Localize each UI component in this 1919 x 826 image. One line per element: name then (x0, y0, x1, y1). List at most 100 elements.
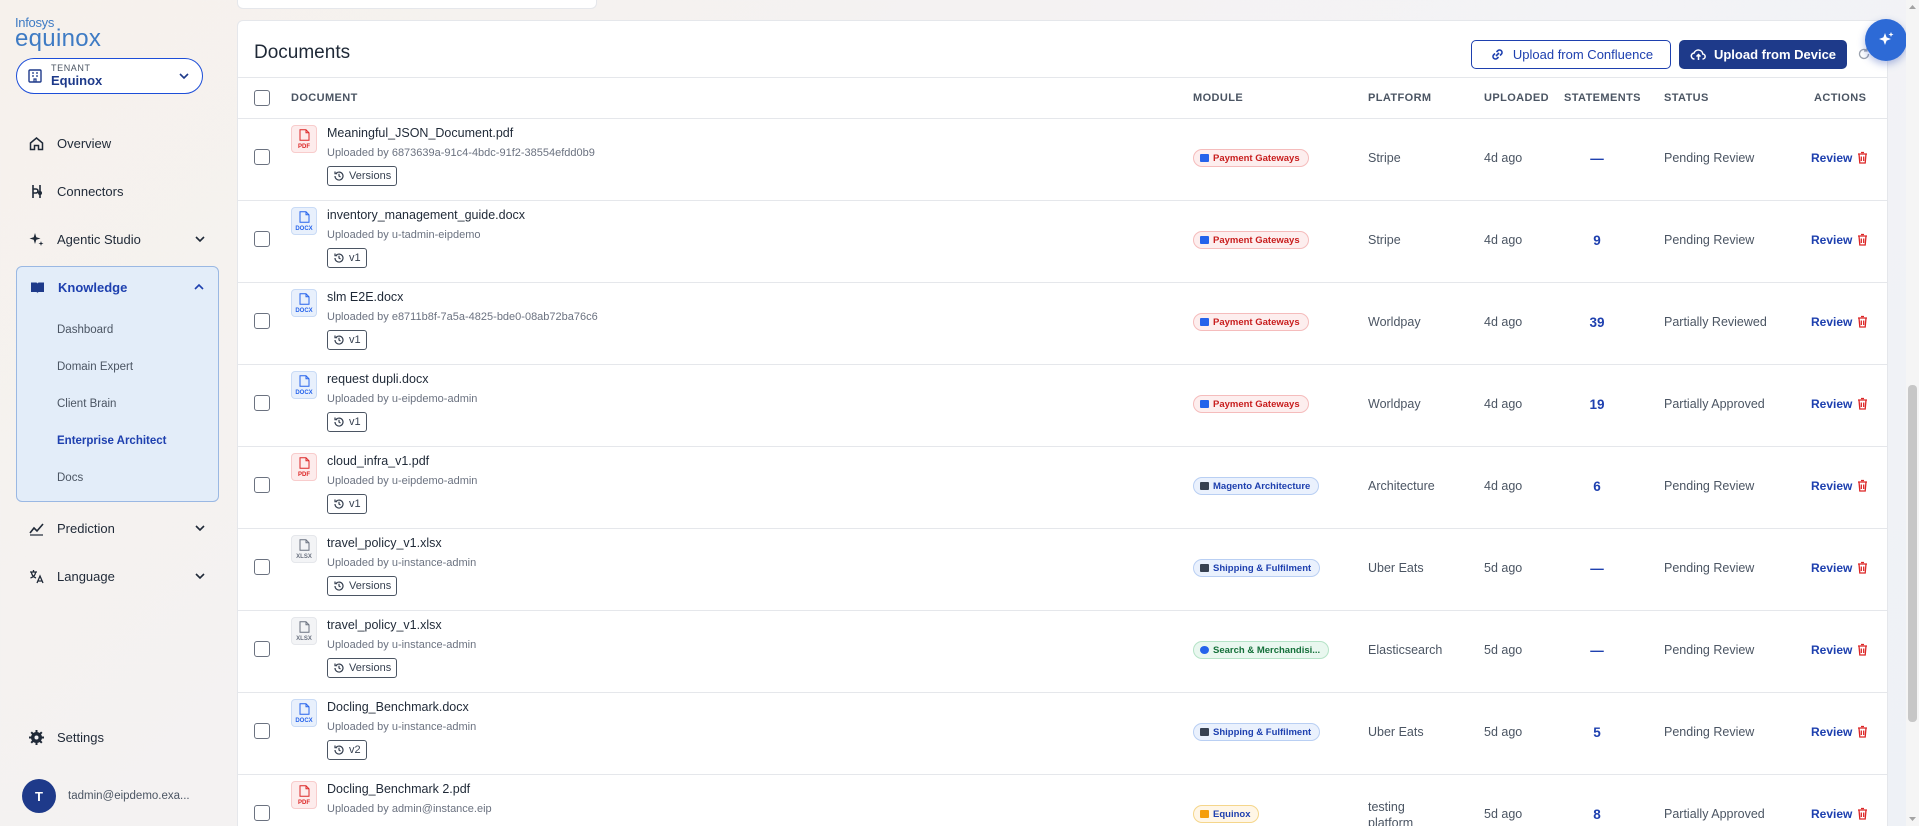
review-button[interactable]: Review (1811, 725, 1852, 739)
statements-count[interactable]: 19 (1567, 397, 1627, 412)
col-uploaded[interactable]: UPLOADED (1484, 92, 1549, 104)
review-button[interactable]: Review (1811, 233, 1852, 247)
trash-icon[interactable] (1857, 315, 1868, 328)
col-statements[interactable]: STATEMENTS (1564, 92, 1641, 104)
row-checkbox[interactable] (254, 723, 270, 739)
trash-icon[interactable] (1857, 151, 1868, 164)
document-name[interactable]: travel_policy_v1.xlsx (327, 618, 442, 632)
nav-prediction[interactable]: Prediction (16, 508, 219, 548)
trash-icon[interactable] (1857, 479, 1868, 492)
table-row[interactable]: DOCX slm E2E.docx Uploaded by e8711b8f-7a5… (238, 283, 1887, 365)
table-row[interactable]: PDF cloud_infra_v1.pdf Uploaded by u-eipde… (238, 447, 1887, 529)
chevron-down-icon (195, 236, 205, 243)
col-document[interactable]: DOCUMENT (291, 92, 358, 104)
file-icon (299, 539, 310, 551)
upload-from-confluence-button[interactable]: Upload from Confluence (1471, 40, 1671, 69)
scrollbar-thumb[interactable] (1908, 385, 1917, 722)
table-row[interactable]: DOCX Docling_Benchmark.docx Uploaded by u-… (238, 693, 1887, 775)
review-button[interactable]: Review (1811, 397, 1852, 411)
versions-button[interactable]: Versions (327, 166, 398, 186)
review-button[interactable]: Review (1811, 479, 1852, 493)
search-bar-remnant (237, 0, 597, 9)
trash-icon[interactable] (1857, 725, 1868, 738)
nav-sub-enterprise-architect[interactable]: Enterprise Architect (57, 435, 167, 447)
statements-count[interactable]: — (1567, 643, 1627, 658)
statements-count[interactable]: — (1567, 151, 1627, 166)
row-checkbox[interactable] (254, 477, 270, 493)
row-checkbox[interactable] (254, 641, 270, 657)
review-button[interactable]: Review (1811, 807, 1852, 821)
review-button[interactable]: Review (1811, 643, 1852, 657)
scroll-up-arrow[interactable] (1908, 3, 1917, 11)
versions-button[interactable]: v1 (327, 494, 367, 514)
statements-count[interactable]: 9 (1567, 233, 1627, 248)
col-status[interactable]: STATUS (1664, 92, 1709, 104)
ai-assistant-button[interactable] (1865, 19, 1907, 61)
table-row[interactable]: PDF Docling_Benchmark 2.pdf Uploaded by ad… (238, 775, 1887, 826)
nav-connectors[interactable]: Connectors (16, 171, 219, 211)
nav-sub-client-brain[interactable]: Client Brain (57, 398, 116, 410)
trash-icon[interactable] (1857, 397, 1868, 410)
col-platform[interactable]: PLATFORM (1368, 92, 1432, 104)
review-button[interactable]: Review (1811, 315, 1852, 329)
upload-from-device-button[interactable]: Upload from Device (1679, 40, 1847, 69)
trash-icon[interactable] (1857, 643, 1868, 656)
nav-knowledge[interactable]: Knowledge (17, 267, 218, 307)
versions-button[interactable]: v2 (327, 740, 367, 760)
document-name[interactable]: travel_policy_v1.xlsx (327, 536, 442, 550)
status-cell: Pending Review (1664, 479, 1755, 493)
uploaded-cell: 5d ago (1484, 807, 1523, 821)
infosys-equinox-logo[interactable]: Infosys equinox (15, 16, 101, 51)
statements-count[interactable]: 5 (1567, 725, 1627, 740)
document-name[interactable]: request dupli.docx (327, 372, 428, 386)
table-row[interactable]: PDF Meaningful_JSON_Document.pdf Uploaded … (238, 119, 1887, 201)
statements-count[interactable]: — (1567, 561, 1627, 576)
tenant-selector[interactable]: TENANT Equinox (16, 58, 203, 94)
table-row[interactable]: XLSX travel_policy_v1.xlsx Uploaded by u-i… (238, 529, 1887, 611)
file-type-label: DOCX (295, 226, 313, 232)
nav-sub-domain-expert[interactable]: Domain Expert (57, 361, 133, 373)
col-actions: ACTIONS (1814, 92, 1867, 104)
table-row[interactable]: DOCX request dupli.docx Uploaded by u-eipd… (238, 365, 1887, 447)
platform-cell: Uber Eats (1368, 725, 1424, 739)
row-checkbox[interactable] (254, 313, 270, 329)
trash-icon[interactable] (1857, 561, 1868, 574)
nav-agentic-studio-label: Agentic Studio (57, 231, 141, 247)
row-checkbox[interactable] (254, 559, 270, 575)
document-name[interactable]: Meaningful_JSON_Document.pdf (327, 126, 513, 140)
document-name[interactable]: Docling_Benchmark.docx (327, 700, 469, 714)
document-name[interactable]: cloud_infra_v1.pdf (327, 454, 429, 468)
nav-overview[interactable]: Overview (16, 123, 219, 163)
document-name[interactable]: slm E2E.docx (327, 290, 403, 304)
row-checkbox[interactable] (254, 395, 270, 411)
table-row[interactable]: XLSX travel_policy_v1.xlsx Uploaded by u-i… (238, 611, 1887, 693)
nav-sub-dashboard[interactable]: Dashboard (57, 324, 113, 336)
col-module[interactable]: MODULE (1193, 92, 1243, 104)
select-all-checkbox[interactable] (254, 90, 270, 106)
cloud-upload-icon (1690, 49, 1706, 60)
nav-sub-docs[interactable]: Docs (57, 472, 83, 484)
table-row[interactable]: DOCX inventory_management_guide.docx Uploa… (238, 201, 1887, 283)
statements-count[interactable]: 39 (1567, 315, 1627, 330)
row-checkbox[interactable] (254, 231, 270, 247)
nav-language[interactable]: Language (16, 556, 219, 596)
versions-button[interactable]: Versions (327, 576, 398, 596)
versions-button[interactable]: v1 (327, 330, 367, 350)
review-button[interactable]: Review (1811, 151, 1852, 165)
versions-button[interactable]: v1 (327, 412, 367, 432)
versions-button[interactable]: v1 (327, 248, 367, 268)
user-profile[interactable]: T tadmin@eipdemo.exa... (22, 779, 190, 813)
document-name[interactable]: inventory_management_guide.docx (327, 208, 525, 222)
statements-count[interactable]: 8 (1567, 807, 1627, 822)
scroll-down-arrow[interactable] (1908, 815, 1917, 823)
nav-agentic-studio[interactable]: Agentic Studio (16, 219, 219, 259)
review-button[interactable]: Review (1811, 561, 1852, 575)
document-name[interactable]: Docling_Benchmark 2.pdf (327, 782, 470, 796)
trash-icon[interactable] (1857, 807, 1868, 820)
statements-count[interactable]: 6 (1567, 479, 1627, 494)
nav-settings[interactable]: Settings (16, 717, 219, 757)
trash-icon[interactable] (1857, 233, 1868, 246)
versions-button[interactable]: Versions (327, 658, 398, 678)
row-checkbox[interactable] (254, 149, 270, 165)
row-checkbox[interactable] (254, 805, 270, 821)
